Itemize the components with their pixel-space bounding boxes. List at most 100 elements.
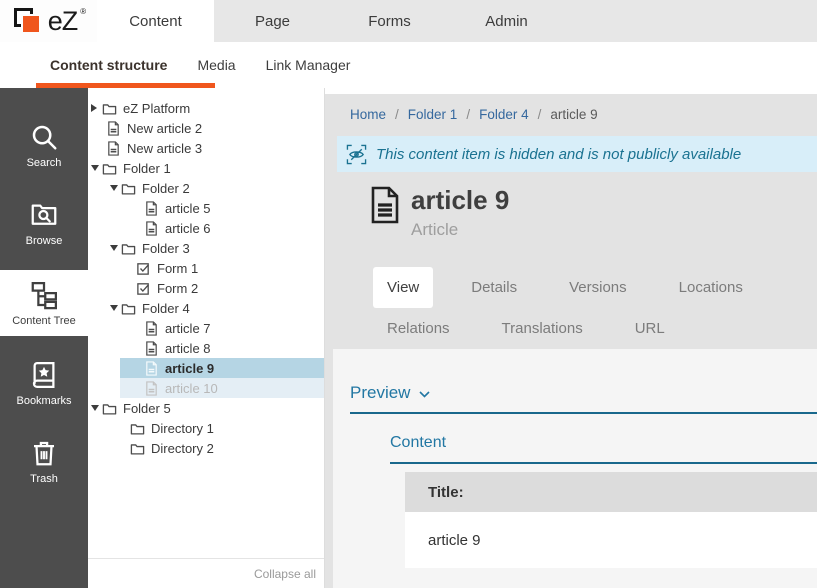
tree-item-label: article 6 [165, 221, 211, 236]
preview-toggle[interactable]: Preview [350, 383, 817, 403]
top-tab-admin[interactable]: Admin [448, 0, 565, 42]
expander-icon[interactable] [110, 305, 121, 311]
tree-item-label: article 8 [165, 341, 211, 356]
tree-item-label: article 9 [165, 361, 214, 376]
top-tab-page[interactable]: Page [214, 0, 331, 42]
preview-label: Preview [350, 383, 410, 403]
tree-item-article-7[interactable]: article 7 [88, 318, 324, 338]
subnav-item-link-manager[interactable]: Link Manager [266, 42, 351, 88]
expander-icon[interactable] [110, 185, 121, 191]
expander-icon[interactable] [91, 165, 102, 171]
content-tree-icon [29, 280, 59, 310]
sidebar-item-label: Search [27, 157, 62, 169]
field-value-text: article 9 [428, 532, 481, 549]
tab-locations[interactable]: Locations [665, 267, 757, 308]
tab-versions[interactable]: Versions [555, 267, 641, 308]
expander-icon[interactable] [91, 104, 102, 112]
breadcrumb-item-wrap-folder-1: / Folder 1 [386, 107, 457, 122]
expander-icon[interactable] [110, 245, 121, 251]
tree-item-folder-4[interactable]: Folder 4 [88, 298, 324, 318]
tree-item-folder-5[interactable]: Folder 5 [88, 398, 324, 418]
content-type-label: Article [411, 220, 509, 240]
subnav-item-label: Link Manager [266, 57, 351, 73]
tree-item-directory-1[interactable]: Directory 1 [88, 418, 324, 438]
sidebar-item-label: Trash [30, 473, 58, 485]
expander-icon[interactable] [91, 405, 102, 411]
tree-item-directory-2[interactable]: Directory 2 [88, 438, 324, 458]
top-tab-label: Content [129, 13, 182, 30]
tab-label: Details [471, 279, 517, 296]
sidebar-item-browse[interactable]: Browse [0, 192, 88, 254]
tab-translations[interactable]: Translations [488, 308, 597, 349]
subnav-item-media[interactable]: Media [197, 42, 235, 88]
tree-item-label: Folder 2 [142, 181, 190, 196]
alert-text: This content item is hidden and is not p… [376, 146, 741, 163]
tree-item-label: New article 3 [127, 141, 202, 156]
tree-item-article-10[interactable]: article 10 [120, 378, 324, 398]
article-icon [144, 341, 159, 356]
tree-item-folder-1[interactable]: Folder 1 [88, 158, 324, 178]
content-section-title: Content [390, 434, 817, 452]
tree-item-label: eZ Platform [123, 101, 190, 116]
collapse-all-button[interactable]: Collapse all [254, 567, 316, 581]
sidebar-item-search[interactable]: Search [0, 114, 88, 176]
top-tab-label: Forms [368, 13, 411, 30]
breadcrumb-item[interactable]: Folder 1 [408, 107, 458, 122]
tree-item-folder-3[interactable]: Folder 3 [88, 238, 324, 258]
tree-item-article-6[interactable]: article 6 [88, 218, 324, 238]
tree-item-article-9[interactable]: article 9 [120, 358, 324, 378]
folder-icon [130, 421, 145, 436]
hidden-eye-icon [346, 144, 367, 165]
tree-item-label: Folder 3 [142, 241, 190, 256]
top-tab-forms[interactable]: Forms [331, 0, 448, 42]
sidebar-item-label: Content Tree [12, 315, 76, 327]
content-tabs: View Details Versions Locations Relation… [325, 267, 795, 349]
tab-details[interactable]: Details [457, 267, 531, 308]
content-title-block: article 9 Article [325, 185, 817, 240]
tab-url[interactable]: URL [621, 308, 679, 349]
article-icon [144, 201, 159, 216]
tab-label: View [387, 279, 419, 296]
content-tree: eZ Platform New article 2 New article 3 … [88, 98, 324, 458]
top-tab-content[interactable]: Content [97, 0, 214, 42]
tree-item-label: Directory 1 [151, 421, 214, 436]
sidebar-item-trash[interactable]: Trash [0, 430, 88, 492]
browse-icon [29, 200, 59, 230]
tree-item-form-2[interactable]: Form 2 [88, 278, 324, 298]
left-sidebar: Search Browse Content Tree Bookmarks Tra… [0, 88, 88, 588]
tree-item-label: article 7 [165, 321, 211, 336]
bookmarks-icon [29, 360, 59, 390]
folder-icon [102, 401, 117, 416]
content-tree-panel: eZ Platform New article 2 New article 3 … [88, 88, 325, 588]
tree-item-form-1[interactable]: Form 1 [88, 258, 324, 278]
tree-footer: Collapse all [88, 558, 324, 588]
field-title-header: Title: [405, 472, 817, 512]
sidebar-item-label: Bookmarks [16, 395, 71, 407]
tab-label: Translations [502, 320, 583, 337]
tree-item-article-8[interactable]: article 8 [88, 338, 324, 358]
ez-logo[interactable]: eZ ® [0, 0, 97, 42]
breadcrumb-item-wrap-home: Home [350, 107, 386, 122]
tree-item-folder-2[interactable]: Folder 2 [88, 178, 324, 198]
breadcrumb-item[interactable]: Folder 4 [479, 107, 529, 122]
folder-icon [102, 101, 117, 116]
tree-item-new-article-3[interactable]: New article 3 [88, 138, 324, 158]
tab-label: Versions [569, 279, 627, 296]
breadcrumb-item[interactable]: Home [350, 107, 386, 122]
folder-icon [121, 181, 136, 196]
subnav-item-content-structure[interactable]: Content structure [50, 42, 167, 88]
trash-icon [29, 438, 59, 468]
sidebar-item-bookmarks[interactable]: Bookmarks [0, 352, 88, 414]
tree-item-article-5[interactable]: article 5 [88, 198, 324, 218]
page-title: article 9 [411, 185, 509, 215]
tree-item-ez-platform[interactable]: eZ Platform [88, 98, 324, 118]
article-icon [144, 221, 159, 236]
tab-relations[interactable]: Relations [373, 308, 464, 349]
sidebar-item-content-tree[interactable]: Content Tree [0, 270, 88, 336]
tab-view[interactable]: View [373, 267, 433, 308]
article-icon [106, 121, 121, 136]
tab-label: Relations [387, 320, 450, 337]
tree-item-new-article-2[interactable]: New article 2 [88, 118, 324, 138]
article-icon [144, 361, 159, 376]
registered-mark: ® [80, 7, 86, 16]
